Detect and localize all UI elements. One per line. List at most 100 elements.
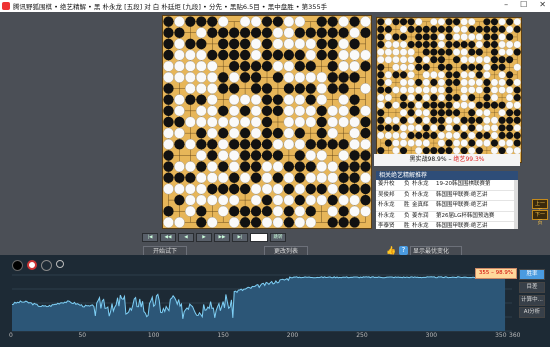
go-stone (283, 116, 295, 128)
forward-10-button[interactable]: ▶▶ (214, 233, 230, 242)
go-stone (229, 38, 240, 50)
go-stone (437, 25, 445, 33)
go-stone (513, 86, 521, 94)
related-row[interactable]: 朴永龙 负姜东润 第26届LG杯韩国预选赛 (376, 212, 518, 223)
go-stone (283, 217, 295, 228)
go-stone (185, 16, 196, 27)
go-stone (218, 38, 229, 50)
go-stone (422, 109, 430, 117)
go-stone (377, 33, 385, 41)
go-stone (392, 71, 400, 79)
related-header: 相关绝艺精解推荐 (376, 171, 518, 180)
go-stone (445, 63, 453, 71)
last-move-button[interactable]: ▶| (232, 233, 248, 242)
minimize-button[interactable]: – (504, 0, 508, 9)
related-row[interactable]: 姜升校 负朴永龙 19-20韩国围棋联赛第 (376, 180, 518, 191)
go-stone (185, 194, 196, 206)
go-stone (283, 71, 295, 83)
go-stone (437, 40, 446, 49)
go-stone (513, 18, 521, 26)
go-stone (174, 16, 185, 27)
go-stone (349, 183, 360, 195)
help-icon[interactable]: ? (399, 246, 408, 255)
go-stone (360, 161, 371, 172)
related-scrollbar[interactable] (514, 180, 518, 229)
go-stone (196, 16, 207, 27)
ai-analysis-button[interactable]: AI分析 (519, 307, 545, 318)
go-stone (261, 217, 273, 228)
first-move-button[interactable]: |◀ (142, 233, 158, 242)
go-stone (377, 25, 385, 33)
maximize-button[interactable]: ☐ (520, 0, 527, 9)
go-stone (377, 116, 385, 124)
go-stone (272, 16, 284, 27)
go-stone (505, 93, 514, 102)
related-row[interactable]: 朴永龙 胜金真辉 韩国围甲联赛:绝艺讲 (376, 201, 518, 212)
go-stone (468, 25, 476, 33)
go-stone (349, 127, 360, 139)
next-page-button[interactable]: 下一页 (532, 210, 548, 226)
go-stone (437, 124, 445, 132)
prev-page-button[interactable]: 上一页 (532, 199, 548, 215)
go-stone (349, 161, 360, 172)
go-stone (452, 48, 461, 56)
go-stone (316, 94, 328, 106)
go-stone (272, 161, 284, 173)
jump-button[interactable]: 跳转 (270, 233, 286, 242)
calculating-button[interactable]: 计算中... (519, 295, 545, 306)
go-stone (206, 60, 218, 72)
go-stone (349, 72, 360, 83)
go-stone (407, 124, 415, 132)
go-stone (349, 116, 360, 128)
back-button[interactable]: ◀ (178, 233, 194, 242)
go-stone (163, 83, 174, 94)
go-stone (468, 109, 476, 117)
go-stone (272, 194, 284, 206)
mini-go-board[interactable] (376, 17, 522, 163)
related-row[interactable]: 李泰贤 胜朴永龙 韩国围甲联赛:绝艺讲 (376, 222, 518, 229)
go-stone (217, 16, 229, 27)
go-stone (174, 60, 185, 72)
close-button[interactable]: ✕ (539, 0, 546, 9)
main-go-board[interactable] (162, 15, 372, 229)
go-stone (218, 127, 229, 139)
go-stone (392, 124, 400, 132)
go-stone (360, 105, 371, 117)
go-stone (468, 40, 476, 49)
go-stone (338, 150, 349, 161)
go-stone (305, 60, 316, 72)
go-stone (498, 139, 506, 147)
go-stone (327, 194, 338, 206)
go-stone (239, 49, 251, 61)
go-stone (349, 217, 360, 228)
go-stone (360, 83, 371, 94)
go-stone (174, 116, 185, 128)
go-stone (349, 38, 360, 50)
go-stone (206, 194, 218, 206)
go-stone (392, 63, 400, 71)
go-stone (206, 116, 218, 128)
winrate-chart[interactable]: 0 50 100 150 200 250 300 350 360 (4, 269, 520, 337)
points-button[interactable]: 目差 (519, 282, 545, 293)
go-stone (392, 101, 400, 109)
target-player-dot[interactable] (56, 260, 64, 268)
go-stone (239, 27, 251, 38)
go-stone (228, 194, 240, 206)
window-title: 腾讯野狐围棋 • 绝艺精解 • 黑 朴永龙 [五段] 对 白 朴廷炬 [九段] … (13, 3, 328, 11)
winrate-button[interactable]: 胜率 (519, 269, 545, 280)
nav-controls: |◀ ◀◀ ◀ ▶ ▶▶ ▶| 跳转 (142, 233, 286, 242)
go-stone (196, 127, 207, 139)
go-stone (316, 161, 328, 173)
go-stone (513, 101, 521, 109)
like-icon[interactable]: 👍 (386, 246, 396, 255)
move-number-input[interactable] (250, 233, 268, 242)
go-stone (261, 16, 273, 27)
go-stone (206, 83, 218, 94)
related-row[interactable]: 吴俊邦 负朴永龙 韩国围甲联赛:绝艺讲 (376, 191, 518, 202)
go-stone (384, 48, 393, 56)
back-10-button[interactable]: ◀◀ (160, 233, 176, 242)
go-stone (283, 94, 295, 106)
go-stone (239, 183, 251, 195)
go-stone (445, 18, 453, 26)
forward-button[interactable]: ▶ (196, 233, 212, 242)
